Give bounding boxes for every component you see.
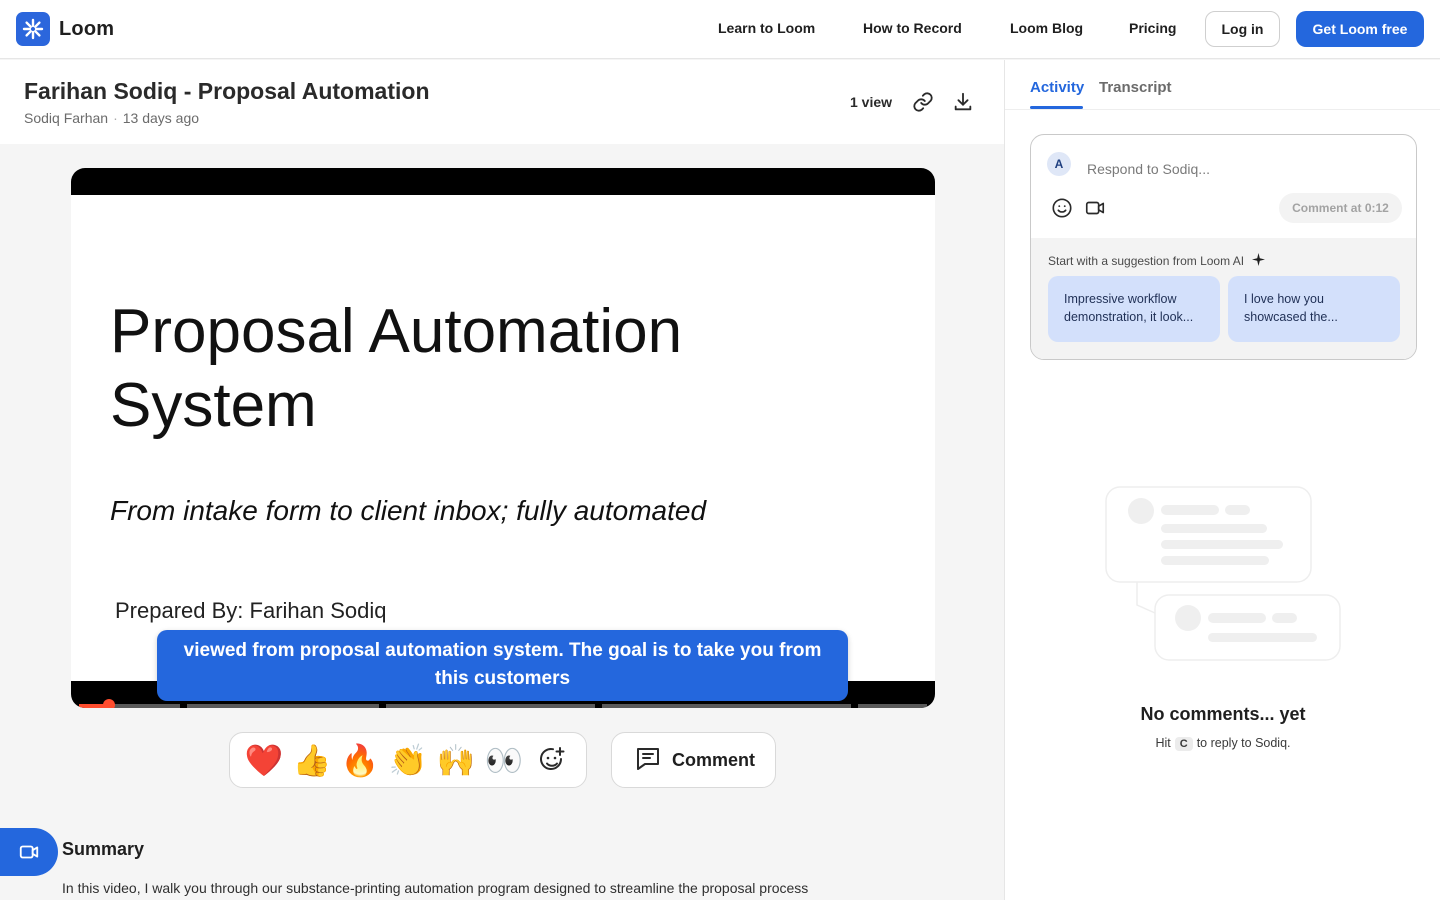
avatar: A	[1047, 152, 1071, 176]
video-meta: Sodiq Farhan · 13 days ago	[24, 110, 199, 126]
nav-link-blog[interactable]: Loom Blog	[1010, 20, 1083, 36]
chapter-segment[interactable]	[187, 704, 379, 708]
comment-button-label: Comment	[672, 749, 756, 770]
comment-composer: A Respond to Sodiq... Comment at 0:12 St…	[1030, 134, 1417, 360]
comment-input[interactable]: Respond to Sodiq...	[1087, 161, 1210, 177]
nav-link-how-to-record[interactable]: How to Record	[863, 20, 962, 36]
summary-heading: Summary	[62, 839, 145, 859]
ai-suggestions: Start with a suggestion from Loom AI Imp…	[1031, 238, 1416, 359]
reaction-eyes[interactable]: 👀	[480, 736, 528, 784]
reaction-thumbs-up[interactable]: 👍	[288, 736, 336, 784]
summary-text: In this video, I walk you through our su…	[62, 880, 809, 896]
emoji-icon[interactable]	[1051, 197, 1073, 219]
video-age: 13 days ago	[122, 110, 200, 126]
add-reaction-icon[interactable]	[528, 736, 576, 784]
suggestion-line1: I love how you	[1244, 292, 1324, 306]
hint-prefix: Hit	[1155, 736, 1171, 750]
video-frame-slide: Proposal Automation System From intake f…	[71, 195, 935, 701]
get-loom-free-button[interactable]: Get Loom free	[1296, 11, 1424, 47]
suggestion-line1: Impressive workflow	[1064, 292, 1177, 306]
empty-comments-illustration	[1105, 485, 1345, 665]
suggestion-line2: demonstration, it look...	[1064, 310, 1194, 324]
video-author[interactable]: Sodiq Farhan	[24, 110, 108, 126]
progress-bar[interactable]	[71, 699, 935, 708]
record-video-button[interactable]	[0, 828, 58, 876]
nav-link-pricing[interactable]: Pricing	[1129, 20, 1176, 36]
ai-suggestion-chip[interactable]: I love how you showcased the...	[1228, 276, 1400, 342]
chapter-segment[interactable]	[386, 704, 595, 708]
tab-transcript[interactable]: Transcript	[1099, 79, 1172, 96]
video-reply-icon[interactable]	[1084, 197, 1106, 219]
video-title: Farihan Sodiq - Proposal Automation	[24, 78, 430, 104]
reaction-heart[interactable]: ❤️	[240, 736, 288, 784]
slide-subtitle: From intake form to client inbox; fully …	[110, 495, 707, 526]
caption-line2: this customers	[434, 668, 571, 689]
comment-at-timestamp-button[interactable]: Comment at 0:12	[1279, 193, 1402, 223]
slide-prepared-by: Prepared By: Farihan Sodiq	[115, 598, 387, 623]
reaction-fire[interactable]: 🔥	[336, 736, 384, 784]
suggestion-line2: showcased the...	[1244, 310, 1338, 324]
progress-handle[interactable]	[103, 699, 115, 708]
ai-suggestion-chip[interactable]: Impressive workflow demonstration, it lo…	[1048, 276, 1220, 342]
comment-button[interactable]: Comment	[611, 732, 776, 788]
login-button[interactable]: Log in	[1205, 11, 1280, 47]
chapter-segment[interactable]	[858, 704, 927, 708]
view-count[interactable]: 1 view	[850, 94, 892, 110]
reaction-raised-hands[interactable]: 🙌	[432, 736, 480, 784]
tab-activity[interactable]: Activity	[1030, 79, 1084, 96]
reply-shortcut-hint: Hit Cto reply to Sodiq.	[1005, 736, 1440, 751]
slide-title-line1: Proposal Automation	[110, 297, 683, 366]
brand-name: Loom	[59, 17, 115, 40]
nav-link-learn[interactable]: Learn to Loom	[718, 20, 815, 36]
ai-suggestion-label: Start with a suggestion from Loom AI	[1048, 253, 1266, 269]
hint-suffix: to reply to Sodiq.	[1196, 736, 1291, 750]
video-header: Farihan Sodiq - Proposal Automation Sodi…	[0, 60, 1004, 144]
reaction-bar: ❤️ 👍 🔥 👏 🙌 👀	[229, 732, 587, 788]
sparkle-icon	[1252, 253, 1266, 269]
video-player[interactable]: Proposal Automation System From intake f…	[71, 168, 935, 708]
ai-suggestion-label-text: Start with a suggestion from Loom AI	[1048, 254, 1245, 268]
download-icon[interactable]	[952, 91, 974, 113]
reaction-clap[interactable]: 👏	[384, 736, 432, 784]
keyboard-key: C	[1174, 737, 1193, 751]
chapter-segment[interactable]	[602, 704, 851, 708]
slide-title-line2: System	[110, 371, 317, 440]
meta-separator: ·	[113, 110, 118, 126]
slide-title: Proposal Automation System	[110, 295, 682, 443]
tab-divider	[1005, 109, 1440, 110]
top-navigation: Loom Learn to Loom How to Record Loom Bl…	[0, 0, 1440, 59]
brand[interactable]: Loom	[16, 12, 114, 46]
copy-link-icon[interactable]	[912, 91, 934, 113]
activity-panel: Activity Transcript A Respond to Sodiq..…	[1004, 60, 1440, 900]
closed-caption: viewed from proposal automation system. …	[157, 630, 848, 701]
caption-line1: viewed from proposal automation system. …	[183, 640, 822, 661]
empty-comments-title: No comments... yet	[1140, 704, 1306, 724]
comment-icon	[634, 744, 662, 777]
loom-logo-icon	[16, 12, 50, 46]
